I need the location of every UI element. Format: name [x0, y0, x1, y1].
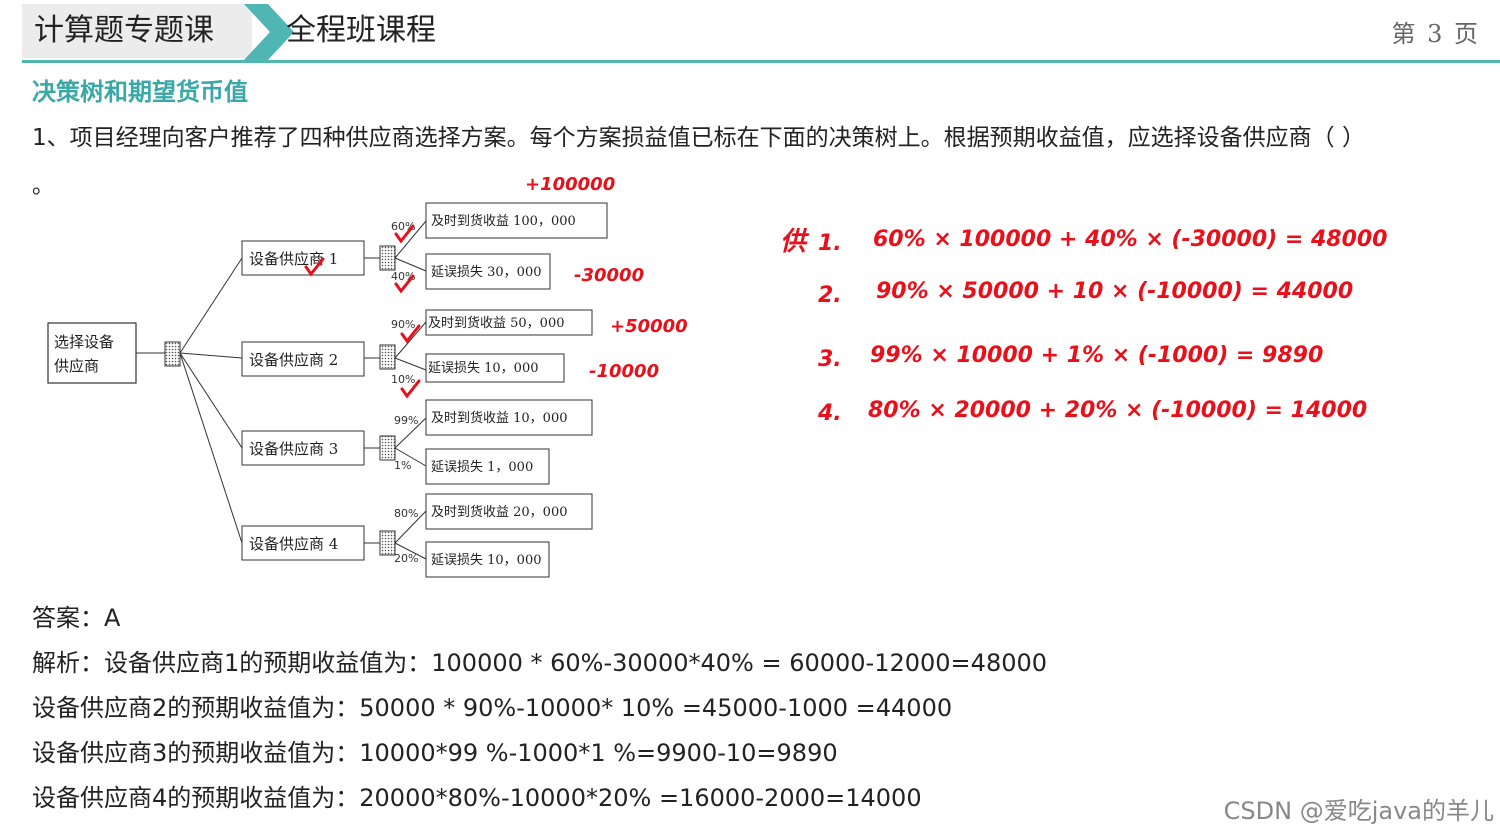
prob-1-good: 60% [391, 220, 415, 233]
outcome-3-bad: 延误损失 1，000 [431, 460, 533, 475]
check-icon [400, 379, 421, 399]
hand-value-1: +100000 [525, 174, 615, 195]
hand-value-3: +50000 [610, 316, 688, 337]
hand-line1-number: 1. [818, 231, 842, 256]
chance-node-4 [379, 530, 396, 556]
hand-value-4: -10000 [589, 361, 659, 382]
hand-line4-number: 4. [817, 401, 842, 426]
outcome-3-good: 及时到货收益 10，000 [431, 410, 568, 426]
root-decision-square [164, 341, 181, 367]
check-icon [400, 324, 421, 344]
hand-line2-number: 2. [818, 283, 842, 308]
question-text: 1、项目经理向客户推荐了四种供应商选择方案。每个方案损益值已标在下面的决策树上。… [32, 125, 1365, 151]
hand-value-2: -30000 [574, 265, 644, 286]
prob-2-good: 90% [391, 318, 415, 331]
outcome-2-good: 及时到货收益 50，000 [428, 315, 565, 331]
outcome-1-good: 及时到货收益 100，000 [431, 213, 576, 229]
check-icon [394, 274, 415, 294]
breadcrumb-series: 全程班课程 [286, 13, 436, 48]
watermark: CSDN @爱吃java的羊儿 [1223, 797, 1494, 825]
outcome-4-bad: 延误损失 10，000 [431, 553, 542, 568]
check-icon [394, 224, 415, 244]
prob-3-good: 99% [394, 414, 418, 427]
analysis-line-1: 解析：设备供应商1的预期收益值为：100000 * 60%-30000*40% … [32, 649, 1048, 677]
check-marks [304, 224, 421, 399]
supplier-1-node [241, 240, 365, 276]
root-label-2: 供应商 [54, 357, 99, 375]
section-title: 决策树和期望货币值 [32, 78, 248, 106]
root-node [47, 322, 137, 384]
chance-node-1 [379, 245, 396, 271]
root-label: 选择设备 [54, 333, 114, 351]
chance-node-2 [379, 344, 396, 370]
analysis-line-3: 设备供应商3的预期收益值为：10000*99 %-1000*1 %=9900-1… [32, 739, 838, 767]
supplier-1-label: 设备供应商 1 [249, 250, 338, 268]
prob-4-bad: 20% [394, 552, 418, 565]
hand-line2: 90% × 50000 + 10 × (-10000) = 44000 [876, 279, 1353, 304]
check-icon [304, 257, 325, 277]
hand-line3-number: 3. [818, 347, 842, 372]
outcome-1-bad: 延误损失 30，000 [431, 265, 542, 280]
question-trailing: 。 [32, 174, 55, 199]
supplier-2-node [241, 341, 365, 377]
breadcrumb-course: 计算题专题课 [22, 4, 252, 58]
hand-line1: 60% × 100000 + 40% × (-30000) = 48000 [873, 227, 1388, 252]
analysis-line-4: 设备供应商4的预期收益值为：20000*80%-10000*20% =16000… [32, 784, 922, 812]
prob-4-good: 80% [394, 507, 418, 520]
header: 计算题专题课 全程班课程 第 3 页 [22, 0, 1500, 62]
page-number: 第 3 页 [1391, 20, 1480, 48]
supplier-3-label: 设备供应商 3 [249, 440, 338, 458]
supplier-2-label: 设备供应商 2 [249, 351, 338, 369]
answer-line: 答案：A [32, 604, 121, 632]
supplier-4-node [241, 525, 365, 561]
chance-node-3 [379, 435, 396, 461]
supplier-4-label: 设备供应商 4 [249, 535, 338, 553]
supplier-3-node [241, 430, 365, 466]
hand-label: 供 [780, 227, 810, 257]
hand-line3: 99% × 10000 + 1% × (-1000) = 9890 [870, 343, 1323, 368]
outcome-4-good: 及时到货收益 20，000 [431, 504, 568, 520]
header-divider [22, 60, 1500, 63]
hand-line4: 80% × 20000 + 20% × (-10000) = 14000 [868, 398, 1367, 423]
outcome-2-bad: 延误损失 10，000 [428, 361, 539, 376]
prob-3-bad: 1% [394, 459, 411, 472]
analysis-line-2: 设备供应商2的预期收益值为：50000 * 90%-10000* 10% =45… [32, 694, 953, 722]
prob-1-bad: 40% [391, 270, 415, 283]
prob-2-bad: 10% [391, 373, 415, 386]
